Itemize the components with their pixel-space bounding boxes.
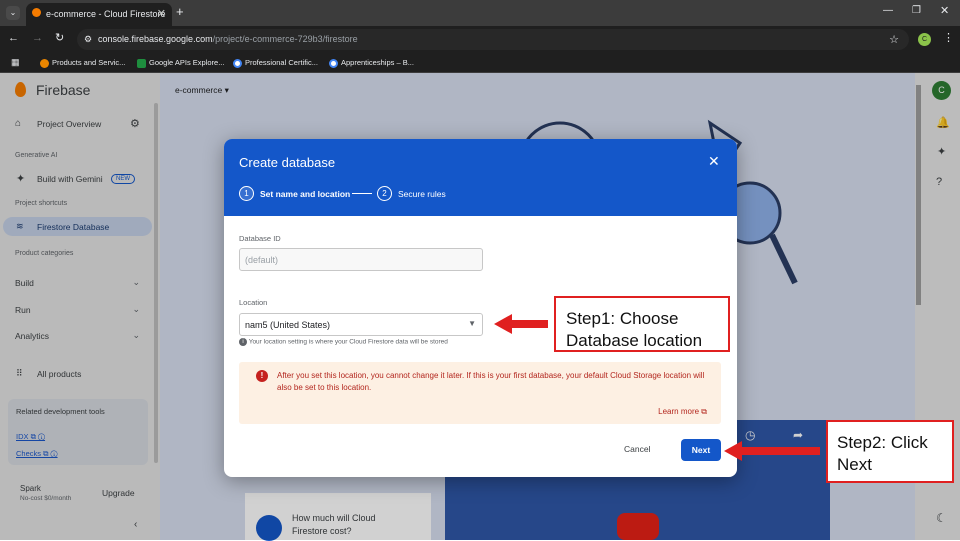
step1-arrow [494,314,548,334]
url-host: console.firebase.google.com [98,34,213,44]
bookmark-2[interactable]: Google APIs Explore... [137,58,224,68]
step-1-label: Set name and location [260,189,351,199]
firebase-favicon-icon [32,8,41,17]
close-tab-icon[interactable]: ✕ [157,7,166,20]
minimize-button[interactable]: — [883,5,893,16]
step-2-number: 2 [377,186,392,201]
location-select[interactable]: nam5 (United States) ▼ [239,313,483,336]
bookmark-3[interactable]: Professional Certific... [233,58,318,68]
site-info-icon[interactable]: ⚙ [84,34,92,45]
bookmark-4[interactable]: Apprenticeships – B... [329,58,414,68]
location-label: Location [239,298,268,307]
step1-callout: Step1: Choose Database location [554,296,730,352]
location-hint: i Your location setting is where your Cl… [239,338,448,346]
url-path: /project/e-commerce-729b3/firestore [212,34,358,44]
learn-more-link[interactable]: Learn more ⧉ [658,407,707,417]
info-icon: i [239,338,247,346]
cancel-button[interactable]: Cancel [624,444,650,454]
warning-text: After you set this location, you cannot … [277,371,705,392]
browser-tab[interactable]: e-commerce - Cloud Firestore ✕ [26,3,172,26]
browser-menu-icon[interactable]: ⋮ [943,31,954,44]
browser-tab-bar: ⌄ e-commerce - Cloud Firestore ✕ + — ❐ ✕ [0,0,960,26]
reload-icon[interactable]: ↻ [55,31,64,44]
database-id-label: Database ID [239,234,281,243]
step-2-label: Secure rules [398,189,446,199]
next-button[interactable]: Next [681,439,721,461]
restore-button[interactable]: ❐ [912,5,921,16]
bookmark-favicon-icon [40,58,49,68]
bookmarks-bar: ▦ Products and Servic... Google APIs Exp… [0,53,960,73]
location-value: nam5 (United States) [245,320,331,330]
address-bar-row: ← → ↻ ⚙ console.firebase.google.com/proj… [0,26,960,53]
location-warning: ! After you set this location, you canno… [239,362,721,424]
apps-grid-icon[interactable]: ▦ [11,57,20,68]
dialog-title: Create database [239,155,336,170]
url-field[interactable]: ⚙ console.firebase.google.com/project/e-… [77,29,909,50]
bookmark-favicon-icon [233,58,242,68]
step2-arrow [724,441,820,461]
forward-icon[interactable]: → [32,32,43,44]
bookmark-favicon-icon [137,58,146,68]
warning-icon: ! [256,370,268,382]
database-id-input[interactable]: (default) [239,248,483,271]
bookmark-star-icon[interactable]: ☆ [889,33,899,46]
step-1-number: 1 [239,186,254,201]
stepper-connector [352,193,372,194]
back-icon[interactable]: ← [8,32,19,44]
bookmark-favicon-icon [329,58,338,68]
close-dialog-icon[interactable]: ✕ [708,153,720,170]
profile-avatar[interactable]: C [918,33,931,46]
tab-search-button[interactable]: ⌄ [6,6,20,20]
bookmark-1[interactable]: Products and Servic... [40,58,125,68]
tab-title: e-commerce - Cloud Firestore [46,9,166,19]
new-tab-button[interactable]: + [176,4,184,19]
step2-callout: Step2: Click Next [826,420,954,483]
dropdown-caret-icon: ▼ [468,319,476,328]
dialog-header: Create database ✕ 1 Set name and locatio… [224,139,737,216]
close-window-button[interactable]: ✕ [940,4,949,17]
